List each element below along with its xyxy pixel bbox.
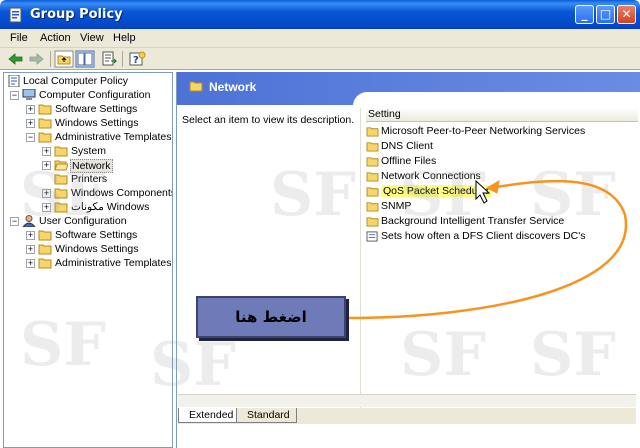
tree-item-label: User Configuration <box>39 215 127 227</box>
description-prompt: Select an item to view its description. <box>182 114 355 126</box>
back-arrow-icon[interactable] <box>6 50 26 68</box>
tab-standard[interactable]: Standard <box>236 408 297 423</box>
tree-item-label: Network <box>70 159 113 173</box>
toolbar-separator <box>50 51 51 67</box>
expand-toggle[interactable]: + <box>42 161 51 170</box>
policy-icon <box>8 75 20 87</box>
collapse-toggle[interactable]: − <box>10 91 19 100</box>
collapse-toggle[interactable]: − <box>10 217 19 226</box>
details-header: Network <box>177 72 640 106</box>
list-item-label: Sets how often a DFS Client discovers DC… <box>381 230 586 242</box>
folder-icon <box>366 127 379 137</box>
folder-icon <box>366 172 379 182</box>
list-item-label: Offline Files <box>381 155 437 167</box>
tree-item-label: Windows Settings <box>55 117 139 129</box>
expand-toggle[interactable]: + <box>42 189 51 198</box>
folder-icon <box>38 258 52 269</box>
menu-view[interactable]: View <box>80 32 104 44</box>
folder-icon <box>54 174 68 185</box>
view-tabs: Extended Standard <box>178 408 636 424</box>
tree-item-label: System <box>71 145 107 157</box>
folder-icon <box>54 188 68 199</box>
group-policy-icon <box>9 7 22 23</box>
folder-icon <box>366 157 379 167</box>
title-bar[interactable]: Group Policy _ □ ✕ <box>0 0 640 29</box>
callout-text: اضغط هنا <box>235 308 307 326</box>
header-curve <box>353 92 640 106</box>
tree-item-label: Windows Settings <box>55 243 139 255</box>
column-header-setting[interactable]: Setting <box>366 108 638 122</box>
window-title: Group Policy <box>30 7 123 22</box>
expand-toggle[interactable]: + <box>26 119 35 128</box>
forward-arrow-icon[interactable] <box>26 50 46 68</box>
help-icon[interactable]: ? <box>127 50 147 68</box>
folder-icon <box>38 230 52 241</box>
tree-item-label: Windows Components <box>71 187 173 199</box>
folder-icon <box>366 202 379 212</box>
folder-icon <box>38 104 52 115</box>
maximize-button[interactable]: □ <box>596 5 615 24</box>
close-button[interactable]: ✕ <box>617 5 636 24</box>
toolbar: ? <box>0 48 640 70</box>
menu-bar: File Action View Help <box>0 29 640 48</box>
list-item-label: Microsoft Peer-to-Peer Networking Servic… <box>381 125 586 137</box>
console-tree[interactable]: Local Computer Policy − Computer Configu… <box>3 72 173 448</box>
folder-icon <box>54 202 68 213</box>
show-hide-tree-icon[interactable] <box>75 50 95 68</box>
folder-icon <box>38 132 52 143</box>
menu-file[interactable]: File <box>10 32 28 44</box>
folder-icon <box>54 146 68 157</box>
list-item-label: SNMP <box>381 200 412 212</box>
expand-toggle[interactable]: + <box>42 203 51 212</box>
list-item-label: DNS Client <box>381 140 433 152</box>
expand-toggle[interactable]: + <box>26 259 35 268</box>
minimize-button[interactable]: _ <box>575 5 594 24</box>
tree-item-label: Computer Configuration <box>39 89 151 101</box>
folder-icon <box>366 187 379 197</box>
folder-icon <box>38 244 52 255</box>
tree-item-label: Software Settings <box>55 103 138 115</box>
expand-toggle[interactable]: + <box>26 105 35 114</box>
folder-icon <box>366 217 379 227</box>
list-item-label: Background Intelligent Transfer Service <box>381 215 565 227</box>
menu-action[interactable]: Action <box>40 32 71 44</box>
folder-open-icon <box>54 160 68 171</box>
details-title: Network <box>209 80 257 94</box>
tree-item-label: Administrative Templates <box>55 257 172 269</box>
tree-item-label: Local Computer Policy <box>23 75 129 87</box>
expand-toggle[interactable]: + <box>26 231 35 240</box>
export-list-icon[interactable] <box>99 50 119 68</box>
user-icon <box>22 215 36 227</box>
list-item-label: Network Connections <box>381 170 481 182</box>
tab-extended[interactable]: Extended <box>178 408 241 423</box>
menu-help[interactable]: Help <box>113 32 136 44</box>
tree-item-label: Printers <box>71 173 108 185</box>
toolbar-separator <box>122 51 123 67</box>
list-item-label: QoS Packet Scheduler <box>381 185 492 197</box>
tree-item-label: Administrative Templates <box>55 131 172 143</box>
expand-toggle[interactable]: + <box>42 147 51 156</box>
collapse-toggle[interactable]: − <box>26 133 35 142</box>
instruction-callout: اضغط هنا <box>196 296 346 338</box>
up-folder-icon[interactable] <box>54 50 74 68</box>
horizontal-scrollbar[interactable] <box>178 394 636 407</box>
tree-item-label: Software Settings <box>55 229 138 241</box>
details-pane: Network Select an item to view its descr… <box>176 72 640 448</box>
computer-icon <box>22 89 36 100</box>
expand-toggle[interactable]: + <box>26 245 35 254</box>
setting-icon <box>366 231 378 242</box>
svg-text:?: ? <box>133 55 139 66</box>
folder-icon <box>189 81 203 92</box>
folder-icon <box>366 142 379 152</box>
description-divider <box>360 108 361 408</box>
tree-item-label: مكونات Windows <box>71 201 150 213</box>
folder-icon <box>38 118 52 129</box>
